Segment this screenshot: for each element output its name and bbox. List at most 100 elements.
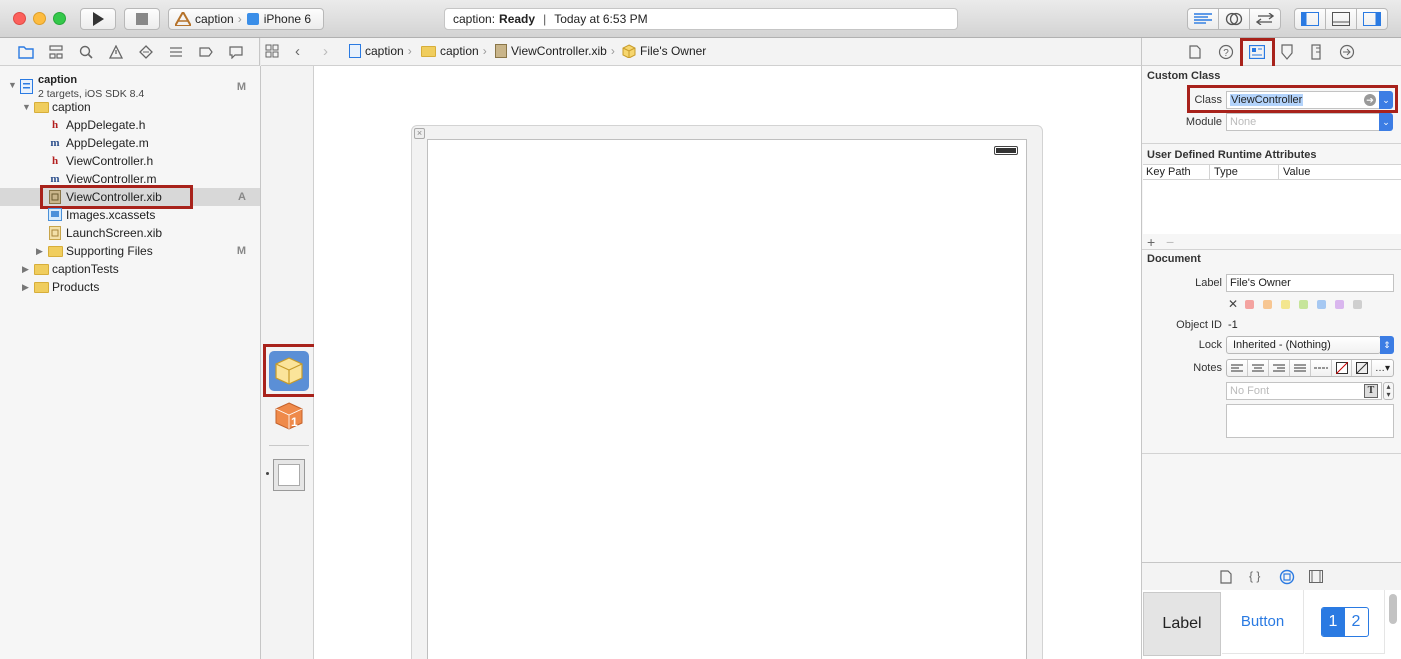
nav-row-products[interactable]: ▶ Products bbox=[0, 278, 260, 296]
disclosure-closed-icon[interactable]: ▶ bbox=[22, 264, 29, 275]
view-object[interactable] bbox=[273, 459, 305, 491]
align-left-button[interactable] bbox=[1227, 360, 1248, 376]
version-editor-button[interactable] bbox=[1249, 8, 1281, 30]
size-inspector-tab[interactable] bbox=[1311, 44, 1321, 63]
close-window-button[interactable] bbox=[13, 12, 26, 25]
debug-navigator-tab[interactable] bbox=[168, 44, 184, 60]
breadcrumb-file[interactable]: ViewController.xib › bbox=[495, 44, 615, 58]
column-type[interactable]: Type bbox=[1214, 166, 1238, 178]
color-label-swatch[interactable] bbox=[1299, 300, 1308, 309]
document-label-input[interactable]: File's Owner bbox=[1226, 274, 1394, 292]
nav-row-launchscreen-xib[interactable]: LaunchScreen.xib bbox=[0, 224, 260, 242]
color-label-swatch[interactable] bbox=[1353, 300, 1362, 309]
align-natural-button[interactable] bbox=[1311, 360, 1332, 376]
film-icon bbox=[1309, 570, 1323, 583]
nav-row-appdelegate-m[interactable]: m AppDelegate.m bbox=[0, 134, 260, 152]
attributes-inspector-tab[interactable] bbox=[1280, 44, 1294, 63]
color-label-swatch[interactable] bbox=[1281, 300, 1290, 309]
runtime-attributes-table[interactable] bbox=[1143, 180, 1401, 234]
stepper-down-icon[interactable]: ▾ bbox=[1384, 391, 1393, 399]
column-key-path[interactable]: Key Path bbox=[1146, 166, 1191, 178]
stop-button[interactable] bbox=[124, 8, 160, 30]
library-item-segmented-control[interactable]: 1 2 bbox=[1305, 590, 1385, 654]
first-responder-object[interactable]: 1 bbox=[275, 402, 303, 433]
back-button[interactable]: ‹ bbox=[295, 43, 300, 60]
object-library-tab[interactable] bbox=[1279, 569, 1295, 588]
nav-row-captiontests[interactable]: ▶ captionTests bbox=[0, 260, 260, 278]
breadcrumb-project[interactable]: caption › bbox=[349, 44, 412, 58]
column-divider bbox=[1209, 165, 1210, 179]
library-item-button[interactable]: Button bbox=[1222, 590, 1304, 654]
align-center-button[interactable] bbox=[1248, 360, 1269, 376]
nav-row-images-xcassets[interactable]: Images.xcassets bbox=[0, 206, 260, 224]
highlight-box-files-owner bbox=[263, 344, 320, 397]
related-items-button[interactable] bbox=[265, 44, 279, 58]
library-item-label[interactable]: Label bbox=[1143, 592, 1221, 656]
disclosure-open-icon[interactable]: ▼ bbox=[22, 102, 31, 112]
breadcrumb-folder[interactable]: caption › bbox=[421, 44, 487, 58]
project-navigator-tab[interactable] bbox=[18, 44, 34, 60]
zoom-window-button[interactable] bbox=[53, 12, 66, 25]
find-navigator-tab[interactable] bbox=[78, 44, 94, 60]
folder-icon bbox=[34, 281, 49, 293]
nav-row-appdelegate-h[interactable]: h AppDelegate.h bbox=[0, 116, 260, 134]
align-right-button[interactable] bbox=[1269, 360, 1290, 376]
add-attribute-button[interactable]: + bbox=[1147, 234, 1155, 250]
code-snippet-library-tab[interactable]: { } bbox=[1249, 569, 1260, 583]
disclosure-closed-icon[interactable]: ▶ bbox=[22, 282, 29, 293]
toggle-debug-area-button[interactable] bbox=[1325, 8, 1357, 30]
scheme-selector[interactable]: caption › iPhone 6 bbox=[168, 8, 324, 30]
standard-editor-button[interactable] bbox=[1187, 8, 1219, 30]
toggle-navigator-button[interactable] bbox=[1294, 8, 1326, 30]
grid-icon bbox=[265, 44, 279, 58]
section-divider bbox=[1142, 143, 1401, 144]
notes-textarea[interactable] bbox=[1226, 404, 1394, 438]
breakpoint-navigator-tab[interactable] bbox=[198, 44, 214, 60]
file-inspector-tab[interactable] bbox=[1189, 45, 1201, 62]
color-label-swatch[interactable] bbox=[1263, 300, 1272, 309]
background-color-button[interactable] bbox=[1352, 360, 1372, 376]
lock-value: Inherited - (Nothing) bbox=[1233, 339, 1331, 351]
report-navigator-tab[interactable] bbox=[228, 44, 244, 60]
column-value[interactable]: Value bbox=[1283, 166, 1310, 178]
lock-popup-stepper[interactable]: ⇕ bbox=[1380, 336, 1394, 354]
quick-help-tab[interactable]: ? bbox=[1218, 44, 1234, 63]
nav-row-supporting-files[interactable]: ▶ Supporting Files M bbox=[0, 242, 260, 260]
device-icon bbox=[246, 13, 259, 25]
assistant-editor-button[interactable] bbox=[1218, 8, 1250, 30]
nav-row-viewcontroller-h[interactable]: h ViewController.h bbox=[0, 152, 260, 170]
module-dropdown-button[interactable]: ⌄ bbox=[1379, 113, 1393, 131]
file-template-library-tab[interactable] bbox=[1220, 570, 1232, 587]
close-icon[interactable]: × bbox=[414, 128, 425, 139]
color-label-swatch[interactable] bbox=[1317, 300, 1326, 309]
clear-color-icon[interactable]: ✕ bbox=[1228, 297, 1238, 311]
font-size-stepper[interactable]: ▴ ▾ bbox=[1383, 382, 1394, 400]
media-library-tab[interactable] bbox=[1309, 570, 1323, 586]
disclosure-open-icon[interactable]: ▼ bbox=[8, 80, 17, 90]
root-view[interactable] bbox=[427, 139, 1027, 659]
nav-row-caption-folder[interactable]: ▼ caption bbox=[0, 98, 260, 116]
color-label-swatch[interactable] bbox=[1245, 300, 1254, 309]
lock-popup[interactable]: Inherited - (Nothing) bbox=[1226, 336, 1381, 354]
connections-inspector-tab[interactable] bbox=[1339, 44, 1355, 63]
disclosure-closed-icon[interactable]: ▶ bbox=[36, 246, 43, 257]
text-color-button[interactable] bbox=[1332, 360, 1352, 376]
remove-attribute-button[interactable]: − bbox=[1166, 234, 1174, 250]
font-picker-icon[interactable]: T bbox=[1364, 384, 1378, 398]
arrows-left-right-icon bbox=[1256, 13, 1274, 25]
issue-navigator-tab[interactable] bbox=[108, 44, 124, 60]
test-navigator-tab[interactable] bbox=[138, 44, 154, 60]
more-options-button[interactable]: …▾ bbox=[1372, 360, 1393, 376]
module-input[interactable]: None bbox=[1226, 113, 1380, 131]
toggle-utilities-button[interactable] bbox=[1356, 8, 1388, 30]
breadcrumb-object[interactable]: File's Owner bbox=[622, 44, 706, 58]
align-justify-button[interactable] bbox=[1290, 360, 1311, 376]
run-button[interactable] bbox=[80, 8, 116, 30]
library-scrollbar[interactable] bbox=[1389, 594, 1397, 624]
minimize-window-button[interactable] bbox=[33, 12, 46, 25]
symbol-navigator-tab[interactable] bbox=[48, 44, 64, 60]
notes-font-field[interactable]: No Font T bbox=[1226, 382, 1382, 400]
forward-button[interactable]: › bbox=[323, 43, 328, 60]
color-label-swatch[interactable] bbox=[1335, 300, 1344, 309]
view-icon bbox=[278, 464, 300, 486]
